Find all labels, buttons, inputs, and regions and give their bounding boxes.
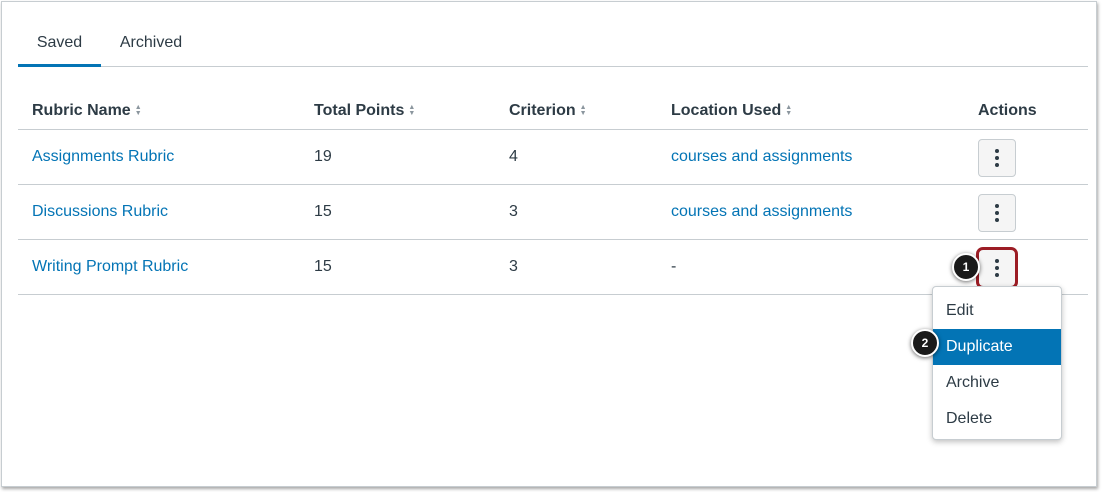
table-header-row: Rubric Name ▲ ▼ Total Points ▲ ▼ Criterion…	[18, 92, 1088, 130]
column-header-label: Location Used	[671, 101, 782, 119]
callout-badge-1: 1	[952, 253, 980, 281]
total-points-cell: 15	[314, 203, 332, 220]
kebab-menu-icon	[995, 259, 999, 277]
kebab-menu-icon	[995, 204, 999, 222]
table-row: Assignments Rubric 19 4 courses and assi…	[18, 130, 1088, 185]
rubrics-panel: Saved Archived Rubric Name ▲ ▼ Total Poin…	[1, 1, 1097, 487]
menu-item-archive[interactable]: Archive	[933, 365, 1061, 401]
sort-arrows-icon: ▲ ▼	[134, 103, 142, 117]
table-row: Discussions Rubric 15 3 courses and assi…	[18, 185, 1088, 240]
tab-list: Saved Archived	[18, 22, 1088, 67]
actions-dropdown-menu: Edit Duplicate Archive Delete	[932, 286, 1062, 440]
column-header-rubric-name[interactable]: Rubric Name ▲ ▼	[32, 92, 142, 129]
location-used-link[interactable]: courses and assignments	[671, 130, 852, 184]
criterion-cell: 3	[509, 203, 518, 220]
column-header-actions: Actions	[978, 92, 1037, 129]
kebab-menu-icon	[995, 149, 999, 167]
column-header-label: Actions	[978, 101, 1037, 119]
sort-arrows-icon: ▲ ▼	[785, 103, 793, 117]
location-used-cell: -	[671, 258, 677, 275]
table-row: Writing Prompt Rubric 15 3 -	[18, 240, 1088, 295]
column-header-total-points[interactable]: Total Points ▲ ▼	[314, 92, 415, 129]
total-points-cell: 15	[314, 258, 332, 275]
tab-saved[interactable]: Saved	[18, 22, 101, 67]
column-header-label: Rubric Name	[32, 101, 131, 119]
rubric-name-link[interactable]: Assignments Rubric	[32, 130, 174, 184]
rubrics-table: Rubric Name ▲ ▼ Total Points ▲ ▼ Criterion…	[18, 92, 1088, 295]
total-points-cell: 19	[314, 148, 332, 165]
menu-item-edit[interactable]: Edit	[933, 293, 1061, 329]
rubric-name-link[interactable]: Discussions Rubric	[32, 185, 168, 239]
location-used-link[interactable]: courses and assignments	[671, 185, 852, 239]
column-header-criterion[interactable]: Criterion ▲ ▼	[509, 92, 587, 129]
actions-menu-button[interactable]	[978, 139, 1016, 177]
criterion-cell: 4	[509, 148, 518, 165]
actions-menu-button[interactable]	[978, 194, 1016, 232]
column-header-label: Criterion	[509, 101, 576, 119]
rubric-name-link[interactable]: Writing Prompt Rubric	[32, 240, 188, 294]
menu-item-duplicate[interactable]: Duplicate	[933, 329, 1061, 365]
actions-menu-button-open[interactable]	[976, 247, 1018, 289]
criterion-cell: 3	[509, 258, 518, 275]
sort-arrows-icon: ▲ ▼	[579, 103, 587, 117]
callout-badge-2: 2	[911, 329, 939, 357]
tab-archived[interactable]: Archived	[108, 22, 194, 67]
menu-item-delete[interactable]: Delete	[933, 401, 1061, 437]
sort-arrows-icon: ▲ ▼	[408, 103, 416, 117]
column-header-label: Total Points	[314, 101, 405, 119]
column-header-location-used[interactable]: Location Used ▲ ▼	[671, 92, 792, 129]
